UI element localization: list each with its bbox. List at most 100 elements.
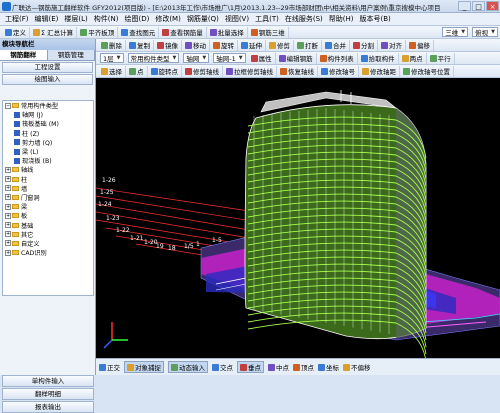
axis-tool-button[interactable]: 修改轴号 <box>318 65 359 77</box>
menu-item[interactable]: 修改(M) <box>152 14 184 24</box>
edit-button[interactable]: 延伸 <box>238 39 266 51</box>
status-toggle[interactable]: 交点 <box>212 362 233 372</box>
menu-item[interactable]: 工具(T) <box>252 14 282 24</box>
toolbar-button[interactable]: 批量选择 <box>207 26 248 38</box>
component-button[interactable]: 拾取构件 <box>358 52 399 64</box>
category-select[interactable]: 常用构件类型 ▼ <box>127 53 180 63</box>
component-button[interactable]: 构件列表 <box>317 52 358 64</box>
close-button[interactable]: × <box>486 1 499 11</box>
axis-tool-button[interactable]: 点 <box>126 65 148 77</box>
menu-item[interactable]: 构件(N) <box>91 14 122 24</box>
menu-item[interactable]: 帮助(H) <box>326 14 357 24</box>
report-output-button[interactable]: 报表输出 <box>2 401 94 413</box>
edit-button[interactable]: 偏移 <box>406 39 434 51</box>
expand-toggle-icon[interactable]: + <box>5 194 11 201</box>
project-settings-button[interactable]: 工程设置 <box>2 62 93 73</box>
tree-item[interactable]: 轴网 (J) <box>3 110 93 119</box>
edit-button[interactable]: 旋转 <box>210 39 238 51</box>
expand-toggle-icon[interactable]: + <box>5 240 11 247</box>
edit-button[interactable]: 复制 <box>126 39 154 51</box>
view-select[interactable]: 俯视 ▼ <box>472 27 498 37</box>
tree-item[interactable]: + 自定义 <box>3 239 93 248</box>
toolbar-button[interactable]: 定义 <box>2 26 30 38</box>
tab-rebar-management[interactable]: 钢筋管理 <box>47 50 95 60</box>
axis-tool-button[interactable]: 恢复轴线 <box>277 65 318 77</box>
component-button[interactable]: 编辑钢筋 <box>276 52 317 64</box>
component-button[interactable]: 属性 <box>248 52 276 64</box>
status-toggle[interactable]: 动态输入 <box>168 361 208 373</box>
expand-toggle-icon[interactable]: + <box>5 166 11 173</box>
edit-button[interactable]: 对齐 <box>378 39 406 51</box>
floor-select[interactable]: 1层 ▼ <box>100 53 124 63</box>
tree-item[interactable]: + CAD识别 <box>3 248 93 257</box>
expand-toggle-icon[interactable]: + <box>5 185 11 192</box>
tree-item[interactable]: + 墙 <box>3 184 93 193</box>
tab-rebar-layout[interactable]: 钢筋翻样 <box>0 50 48 60</box>
view-select[interactable]: 三维 ▼ <box>442 27 469 37</box>
menu-item[interactable]: 编辑(E) <box>32 14 62 24</box>
toolbar-button[interactable]: 平齐板顶 <box>77 26 119 38</box>
component-button[interactable]: 平行 <box>427 52 455 64</box>
edit-button[interactable]: 分割 <box>350 39 378 51</box>
toolbar-button[interactable]: 钢筋三维 <box>248 26 289 38</box>
menu-item[interactable]: 工程(F) <box>2 14 32 24</box>
tree-item[interactable]: 梁 (L) <box>3 147 93 156</box>
edit-button[interactable]: 镜像 <box>154 39 182 51</box>
toolbar-button[interactable]: Σ 汇总计算 <box>30 26 78 38</box>
axis-tool-button[interactable]: 旋转点 <box>148 65 182 77</box>
menu-item[interactable]: 钢筋量(Q) <box>184 14 222 24</box>
axis-tool-button[interactable]: 拉框修剪轴线 <box>223 65 277 77</box>
expand-toggle-icon[interactable]: + <box>5 222 11 229</box>
status-toggle[interactable]: 对象捕捉 <box>124 361 164 373</box>
tree-item[interactable]: 现浇板 (B) <box>3 156 93 165</box>
layout-detail-button[interactable]: 翻样明细 <box>2 388 94 400</box>
edit-button[interactable]: 修剪 <box>266 39 294 51</box>
axis-tool-button[interactable]: 修改轴距 <box>359 65 400 77</box>
status-toggle[interactable]: 正交 <box>99 362 120 372</box>
tree-item[interactable]: + 板 <box>3 211 93 220</box>
single-component-input-button[interactable]: 单构件输入 <box>2 375 94 387</box>
status-toggle[interactable]: 垂点 <box>237 361 264 373</box>
status-toggle[interactable]: 中点 <box>268 362 289 372</box>
minimize-button[interactable]: _ <box>458 1 471 11</box>
tree-item[interactable]: − 常用构件类型 <box>3 101 93 110</box>
expand-toggle-icon[interactable]: + <box>5 231 11 238</box>
3d-viewport[interactable]: 1-26 1-25 1-24 1-23 1-22 1-21 1-20 19 18… <box>96 78 500 358</box>
edit-button[interactable]: 删除 <box>98 39 126 51</box>
toolbar-button[interactable]: 查看钢筋量 <box>159 26 207 38</box>
status-toggle[interactable]: 顶点 <box>293 362 314 372</box>
expand-toggle-icon[interactable]: + <box>5 212 11 219</box>
component-button[interactable]: 两点 <box>399 52 427 64</box>
tree-item[interactable]: + 门窗洞 <box>3 193 93 202</box>
tree-item[interactable]: + 基础 <box>3 220 93 230</box>
type-select[interactable]: 轴网 ▼ <box>183 53 210 63</box>
axis-tool-button[interactable]: 修改轴号位置 <box>400 65 454 77</box>
maximize-button[interactable]: □ <box>472 1 485 11</box>
status-toggle[interactable]: 坐标 <box>318 362 339 372</box>
toolbar-button[interactable]: 查找图元 <box>118 26 160 38</box>
axis-tool-button[interactable]: 修剪轴线 <box>182 65 223 77</box>
tree-item[interactable]: + 轴线 <box>3 165 93 174</box>
expand-toggle-icon[interactable]: + <box>5 203 11 210</box>
tree-item[interactable]: + 梁 <box>3 202 93 211</box>
drawing-input-button[interactable]: 绘图输入 <box>2 74 93 85</box>
tree-item[interactable]: 筏板基础 (M) <box>3 119 93 128</box>
axis-tool-button[interactable]: 选择 <box>98 65 126 77</box>
expand-toggle-icon[interactable]: − <box>5 102 11 109</box>
tree-item[interactable]: 剪力墙 (Q) <box>3 138 93 147</box>
menu-item[interactable]: 楼层(L) <box>61 14 90 24</box>
status-toggle[interactable]: 不偏移 <box>343 362 371 372</box>
edit-button[interactable]: 移动 <box>182 39 210 51</box>
edit-button[interactable]: 打断 <box>294 39 322 51</box>
name-select[interactable]: 轴网-1 ▼ <box>213 53 246 63</box>
menu-item[interactable]: 版本号(B) <box>356 14 393 24</box>
tree-item[interactable]: 柱 (Z) <box>3 129 93 138</box>
expand-toggle-icon[interactable]: + <box>5 176 11 183</box>
tree-item[interactable]: + 其它 <box>3 230 93 239</box>
menu-item[interactable]: 视图(V) <box>222 14 252 24</box>
edit-button[interactable]: 合并 <box>322 39 350 51</box>
menu-item[interactable]: 在线服务(S) <box>282 14 326 24</box>
menu-item[interactable]: 绘图(D) <box>121 14 152 24</box>
expand-toggle-icon[interactable]: + <box>5 249 11 256</box>
tree-item[interactable]: + 柱 <box>3 175 93 184</box>
